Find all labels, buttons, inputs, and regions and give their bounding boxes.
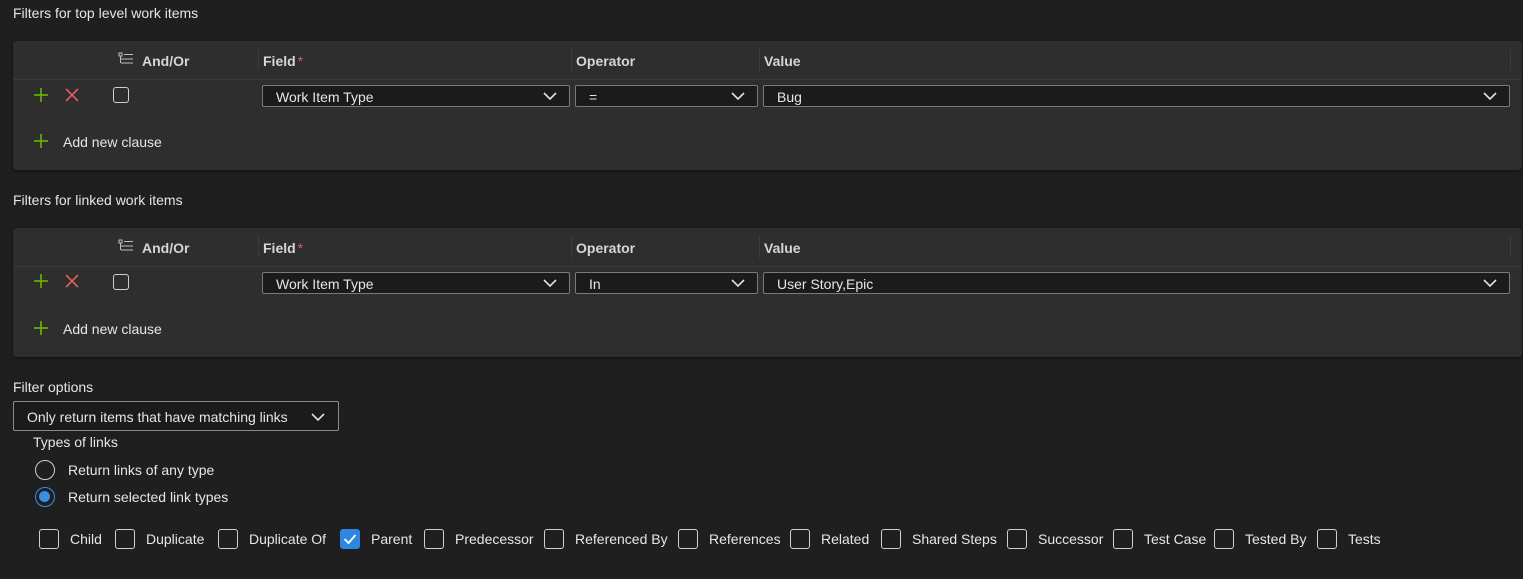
link-type-checkbox[interactable] <box>218 529 238 549</box>
link-type-label: Related <box>821 531 870 547</box>
chevron-down-icon <box>1483 92 1497 101</box>
link-type-label: Parent <box>371 531 413 547</box>
column-divider[interactable] <box>571 236 572 258</box>
value-header: Value <box>764 53 801 69</box>
value-value: Bug <box>777 89 802 105</box>
field-value: Work Item Type <box>276 276 374 292</box>
chevron-down-icon <box>543 279 557 288</box>
checkmark-icon <box>343 534 357 545</box>
operator-dropdown[interactable]: In <box>575 272 758 294</box>
plus-icon <box>34 134 48 148</box>
value-dropdown[interactable]: Bug <box>763 85 1510 107</box>
radio-selected-link-types-label: Return selected link types <box>68 489 229 505</box>
link-type-checkbox[interactable] <box>39 529 59 549</box>
link-type-label: Test Case <box>1144 531 1207 547</box>
link-type-label: Predecessor <box>455 531 534 547</box>
column-divider[interactable] <box>571 49 572 71</box>
group-clauses-icon[interactable] <box>118 51 134 67</box>
insert-clause-icon[interactable] <box>33 87 49 103</box>
link-type-label: Shared Steps <box>912 531 997 547</box>
field-header-label: Field <box>263 240 296 256</box>
operator-value: In <box>589 276 601 292</box>
link-type-checkbox[interactable] <box>424 529 444 549</box>
required-mark: * <box>297 53 304 69</box>
filter-options-value: Only return items that have matching lin… <box>27 409 288 425</box>
column-divider[interactable] <box>1510 49 1511 71</box>
clause-select-checkbox[interactable] <box>113 87 129 103</box>
link-type-checkbox[interactable] <box>678 529 698 549</box>
link-type-label: Tested By <box>1245 531 1307 547</box>
chevron-down-icon <box>731 279 745 288</box>
column-header-row: And/Or Field * Operator Value <box>13 41 1522 80</box>
delete-clause-icon[interactable] <box>64 273 80 289</box>
radio-selected-link-types-circle[interactable] <box>35 487 55 507</box>
filter-options-title: Filter options <box>13 379 94 395</box>
required-mark: * <box>297 240 304 256</box>
link-type-checkbox[interactable] <box>544 529 564 549</box>
plus-icon <box>34 321 48 335</box>
chevron-down-icon <box>311 413 325 422</box>
operator-dropdown[interactable]: = <box>575 85 758 107</box>
field-header: Field * <box>263 240 303 256</box>
link-type-checkbox[interactable] <box>1317 529 1337 549</box>
top-level-filter-panel: And/Or Field * Operator Value Work Item T… <box>13 41 1522 170</box>
radio-any-link-type-label: Return links of any type <box>68 462 215 478</box>
insert-clause-icon[interactable] <box>33 273 49 289</box>
link-type-checkbox[interactable] <box>881 529 901 549</box>
link-type-label: References <box>709 531 781 547</box>
chevron-down-icon <box>731 92 745 101</box>
value-value: User Story,Epic <box>777 276 874 292</box>
link-type-checkbox[interactable] <box>1214 529 1234 549</box>
value-dropdown[interactable]: User Story,Epic <box>763 272 1510 294</box>
link-type-checkbox[interactable] <box>790 529 810 549</box>
and-or-header: And/Or <box>142 240 190 256</box>
group-clauses-icon[interactable] <box>118 238 134 254</box>
field-value: Work Item Type <box>276 89 374 105</box>
column-divider[interactable] <box>258 236 259 258</box>
operator-value: = <box>589 89 598 105</box>
link-type-label: Duplicate <box>146 531 205 547</box>
add-new-clause-label: Add new clause <box>63 321 162 337</box>
field-header-label: Field <box>263 53 296 69</box>
linked-filters-title: Filters for linked work items <box>13 192 183 208</box>
column-divider[interactable] <box>759 236 760 258</box>
link-type-checkbox[interactable] <box>1007 529 1027 549</box>
value-header: Value <box>764 240 801 256</box>
types-of-links-title: Types of links <box>33 434 118 450</box>
filter-options-dropdown[interactable]: Only return items that have matching lin… <box>13 401 339 431</box>
link-type-label: Successor <box>1038 531 1104 547</box>
operator-header: Operator <box>576 53 636 69</box>
link-type-label: Tests <box>1348 531 1381 547</box>
linked-filter-panel: And/Or Field * Operator Value Work Item T… <box>13 228 1522 357</box>
column-header-row: And/Or Field * Operator Value <box>13 228 1522 267</box>
clause-select-checkbox[interactable] <box>113 274 129 290</box>
delete-clause-icon[interactable] <box>64 87 80 103</box>
link-type-label: Child <box>70 531 102 547</box>
link-type-checkbox[interactable] <box>1113 529 1133 549</box>
column-divider[interactable] <box>258 49 259 71</box>
and-or-header: And/Or <box>142 53 190 69</box>
link-type-checkbox[interactable] <box>340 529 360 549</box>
operator-header: Operator <box>576 240 636 256</box>
column-divider[interactable] <box>759 49 760 71</box>
chevron-down-icon <box>1483 279 1497 288</box>
radio-any-link-type-circle[interactable] <box>35 460 55 480</box>
column-divider[interactable] <box>1510 236 1511 258</box>
link-type-label: Duplicate Of <box>249 531 327 547</box>
add-new-clause-label: Add new clause <box>63 134 162 150</box>
field-dropdown[interactable]: Work Item Type <box>262 85 570 107</box>
chevron-down-icon <box>543 92 557 101</box>
field-header: Field * <box>263 53 303 69</box>
field-dropdown[interactable]: Work Item Type <box>262 272 570 294</box>
link-type-label: Referenced By <box>575 531 668 547</box>
top-level-filters-title: Filters for top level work items <box>13 5 199 21</box>
link-type-checkbox[interactable] <box>115 529 135 549</box>
